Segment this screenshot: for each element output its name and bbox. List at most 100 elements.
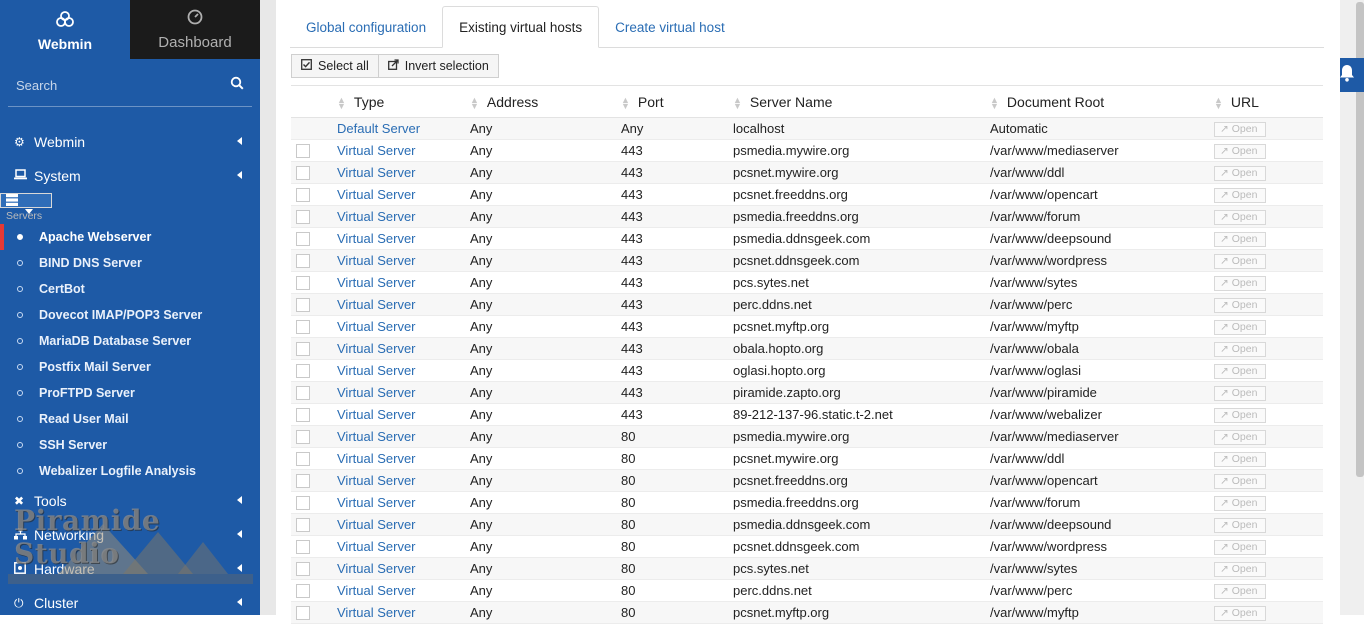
row-checkbox[interactable] bbox=[296, 451, 310, 466]
open-button[interactable]: ↗ Open bbox=[1214, 298, 1266, 313]
open-button[interactable]: ↗ Open bbox=[1214, 232, 1266, 247]
row-checkbox[interactable] bbox=[296, 297, 310, 312]
header-server-name[interactable]: ▲ ▼ Server Name bbox=[733, 85, 990, 118]
cell-type-link[interactable]: Virtual Server bbox=[337, 227, 470, 250]
sidebar-item-servers[interactable]: Servers bbox=[0, 193, 52, 222]
open-button[interactable]: ↗ Open bbox=[1214, 188, 1266, 203]
tab-create-virtual-host[interactable]: Create virtual host bbox=[599, 6, 741, 48]
row-checkbox[interactable] bbox=[296, 407, 310, 422]
row-checkbox[interactable] bbox=[296, 143, 310, 158]
open-button[interactable]: ↗ Open bbox=[1214, 540, 1266, 555]
open-button[interactable]: ↗ Open bbox=[1214, 584, 1266, 599]
dashboard-switch[interactable]: Dashboard bbox=[130, 0, 260, 59]
cell-type-link[interactable]: Virtual Server bbox=[337, 249, 470, 272]
tab-existing-virtual-hosts[interactable]: Existing virtual hosts bbox=[442, 6, 600, 48]
cell-type-link[interactable]: Virtual Server bbox=[337, 381, 470, 404]
select-all-button[interactable]: Select all bbox=[291, 54, 379, 78]
row-checkbox[interactable] bbox=[296, 539, 310, 554]
open-button[interactable]: ↗ Open bbox=[1214, 452, 1266, 467]
sidebar-item-tools[interactable]: ✖ Tools bbox=[0, 484, 260, 518]
open-button[interactable]: ↗ Open bbox=[1214, 254, 1266, 269]
row-checkbox[interactable] bbox=[296, 517, 310, 532]
sidebar-subitem-webalizer[interactable]: Webalizer Logfile Analysis bbox=[0, 458, 260, 484]
cell-type-link[interactable]: Virtual Server bbox=[337, 315, 470, 338]
row-checkbox[interactable] bbox=[296, 165, 310, 180]
header-port[interactable]: ▲ ▼ Port bbox=[621, 85, 733, 118]
open-button[interactable]: ↗ Open bbox=[1214, 496, 1266, 511]
webmin-switch[interactable]: Webmin bbox=[0, 0, 130, 59]
sidebar-subitem-bind[interactable]: BIND DNS Server bbox=[0, 250, 260, 276]
cell-type-link[interactable]: Virtual Server bbox=[337, 161, 470, 184]
cell-type-link[interactable]: Virtual Server bbox=[337, 447, 470, 470]
sidebar-subitem-certbot[interactable]: CertBot bbox=[0, 276, 260, 302]
cell-type-link[interactable]: Virtual Server bbox=[337, 535, 470, 558]
row-checkbox[interactable] bbox=[296, 187, 310, 202]
tab-global-configuration[interactable]: Global configuration bbox=[290, 6, 442, 48]
sidebar-subitem-mariadb[interactable]: MariaDB Database Server bbox=[0, 328, 260, 354]
cell-type-link[interactable]: Virtual Server bbox=[337, 183, 470, 206]
row-checkbox[interactable] bbox=[296, 253, 310, 268]
cell-type-link[interactable]: Virtual Server bbox=[337, 403, 470, 426]
sidebar-item-webmin[interactable]: ⚙ Webmin bbox=[0, 125, 260, 159]
row-checkbox[interactable] bbox=[296, 605, 310, 620]
cell-type-link[interactable]: Virtual Server bbox=[337, 271, 470, 294]
header-document-root[interactable]: ▲ ▼ Document Root bbox=[990, 85, 1214, 118]
sidebar-subitem-postfix[interactable]: Postfix Mail Server bbox=[0, 354, 260, 380]
cell-type-link[interactable]: Virtual Server bbox=[337, 513, 470, 536]
invert-selection-button[interactable]: Invert selection bbox=[378, 54, 499, 78]
open-button[interactable]: ↗ Open bbox=[1214, 430, 1266, 445]
row-checkbox[interactable] bbox=[296, 561, 310, 576]
cell-type-link[interactable]: Virtual Server bbox=[337, 359, 470, 382]
open-button[interactable]: ↗ Open bbox=[1214, 364, 1266, 379]
open-button[interactable]: ↗ Open bbox=[1214, 342, 1266, 357]
search-input[interactable]: Search bbox=[16, 78, 57, 93]
sidebar-subitem-ssh[interactable]: SSH Server bbox=[0, 432, 260, 458]
sidebar-subitem-read-user-mail[interactable]: Read User Mail bbox=[0, 406, 260, 432]
row-checkbox[interactable] bbox=[296, 429, 310, 444]
header-address[interactable]: ▲ ▼ Address bbox=[470, 85, 621, 118]
header-url[interactable]: ▲ ▼ URL bbox=[1214, 85, 1323, 118]
sidebar-item-hardware[interactable]: Hardware bbox=[0, 552, 260, 586]
row-checkbox[interactable] bbox=[296, 319, 310, 334]
open-button[interactable]: ↗ Open bbox=[1214, 518, 1266, 533]
cell-type-link[interactable]: Default Server bbox=[337, 117, 470, 140]
open-button[interactable]: ↗ Open bbox=[1214, 562, 1266, 577]
row-checkbox[interactable] bbox=[296, 231, 310, 246]
row-checkbox[interactable] bbox=[296, 209, 310, 224]
cell-type-link[interactable]: Virtual Server bbox=[337, 579, 470, 602]
row-checkbox[interactable] bbox=[296, 473, 310, 488]
open-button[interactable]: ↗ Open bbox=[1214, 166, 1266, 181]
open-button[interactable]: ↗ Open bbox=[1214, 320, 1266, 335]
row-checkbox[interactable] bbox=[296, 363, 310, 378]
cell-type-link[interactable]: Virtual Server bbox=[337, 337, 470, 360]
sidebar-subitem-apache[interactable]: Apache Webserver bbox=[0, 224, 260, 250]
sidebar-item-networking[interactable]: Networking bbox=[0, 518, 260, 552]
cell-type-link[interactable]: Virtual Server bbox=[337, 557, 470, 580]
row-checkbox[interactable] bbox=[296, 275, 310, 290]
open-button[interactable]: ↗ Open bbox=[1214, 408, 1266, 423]
open-button[interactable]: ↗ Open bbox=[1214, 144, 1266, 159]
row-checkbox[interactable] bbox=[296, 583, 310, 598]
open-button[interactable]: ↗ Open bbox=[1214, 276, 1266, 291]
open-button[interactable]: ↗ Open bbox=[1214, 122, 1266, 137]
cell-type-link[interactable]: Virtual Server bbox=[337, 293, 470, 316]
sidebar-item-system[interactable]: System bbox=[0, 159, 260, 193]
sidebar-search[interactable]: Search bbox=[8, 67, 252, 107]
open-button[interactable]: ↗ Open bbox=[1214, 386, 1266, 401]
cell-type-link[interactable]: Virtual Server bbox=[337, 425, 470, 448]
cell-type-link[interactable]: Virtual Server bbox=[337, 205, 470, 228]
cell-type-link[interactable]: Virtual Server bbox=[337, 139, 470, 162]
cell-type-link[interactable]: Virtual Server bbox=[337, 491, 470, 514]
cell-type-link[interactable]: Virtual Server bbox=[337, 469, 470, 492]
sidebar-subitem-proftpd[interactable]: ProFTPD Server bbox=[0, 380, 260, 406]
row-checkbox[interactable] bbox=[296, 495, 310, 510]
search-icon[interactable] bbox=[230, 76, 244, 95]
row-checkbox[interactable] bbox=[296, 341, 310, 356]
open-button[interactable]: ↗ Open bbox=[1214, 606, 1266, 621]
row-checkbox[interactable] bbox=[296, 385, 310, 400]
header-type[interactable]: ▲ ▼ Type bbox=[337, 85, 470, 118]
sidebar-subitem-dovecot[interactable]: Dovecot IMAP/POP3 Server bbox=[0, 302, 260, 328]
sidebar-item-cluster[interactable]: ⏻ Cluster bbox=[0, 586, 260, 615]
cell-type-link[interactable]: Virtual Server bbox=[337, 601, 470, 624]
open-button[interactable]: ↗ Open bbox=[1214, 474, 1266, 489]
